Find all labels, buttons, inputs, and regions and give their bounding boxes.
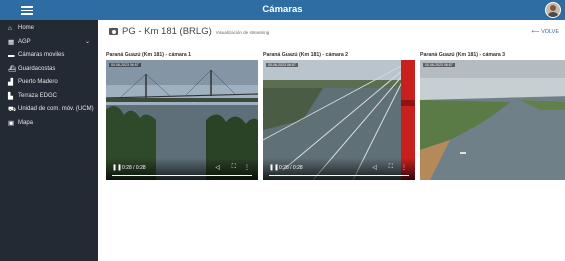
video-player[interactable]: 00-06-2023 06:57 ❚❚ 0:28 / 0:28 ◁ ⛶ ⋮ [263, 60, 415, 180]
fullscreen-icon[interactable]: ⛶ [232, 164, 236, 171]
camera-panel-1: Paraná Guazú (Km 181) - cámara 1 00-06-2… [106, 52, 258, 180]
sidebar-item-mapa[interactable]: ▣ Mapa [0, 117, 98, 131]
timestamp-overlay: 00-06-2023 06:57 [423, 63, 455, 67]
map-icon: ▣ [8, 119, 15, 127]
arrow-left-icon: ⟵ [531, 29, 540, 35]
volume-icon[interactable]: ◁ [372, 164, 377, 171]
progress-bar[interactable] [269, 174, 409, 176]
back-button[interactable]: ⟵ VOLVE [532, 29, 559, 35]
video-player[interactable]: 00-06-2023 06:57 ❚❚ 0:28 / 0:28 ◁ ⛶ ⋮ [106, 60, 258, 180]
sidebar-item-guardacostas[interactable]: ⛴ Guardacostas [0, 63, 98, 77]
video-frame-aerial [420, 60, 565, 180]
progress-fill [269, 174, 409, 176]
terrace-icon: ▙ [8, 92, 13, 100]
video-controls: ❚❚ 0:28 / 0:28 ◁ ⛶ ⋮ [106, 158, 258, 180]
timestamp-overlay: 00-06-2023 06:57 [109, 63, 141, 67]
progress-fill [112, 174, 252, 176]
sidebar: ⌂ Home ▦ AGP ⌄ ▬ Cámaras moviles ⛴ Guard… [0, 20, 98, 261]
timestamp-overlay: 00-06-2023 06:57 [266, 63, 298, 67]
top-bar: Cámaras [0, 0, 565, 20]
video-time: 0:28 / 0:28 [122, 165, 146, 171]
pause-icon[interactable]: ❚❚ [112, 164, 122, 171]
chevron-down-icon[interactable]: ⌄ [85, 39, 90, 47]
video-controls: ❚❚ 0:28 / 0:28 ◁ ⛶ ⋮ [263, 158, 415, 180]
sidebar-item-label: Guardacostas [18, 65, 56, 72]
camera-icon [109, 28, 118, 35]
sidebar-item-label: Home [18, 25, 35, 31]
ship-icon: ⛴ [8, 65, 17, 73]
page-header: PG - Km 181 (BRLG) Visualización de stre… [109, 26, 269, 37]
camera-panel-2: Paraná Guazú (Km 181) - cámara 2 00-06-2… [263, 52, 415, 180]
home-icon: ⌂ [8, 25, 12, 32]
page-title: PG - Km 181 (BRLG) [122, 26, 212, 37]
sidebar-item-label: Cámaras moviles [18, 52, 65, 58]
camera-caption: Paraná Guazú (Km 181) - cámara 1 [106, 52, 192, 58]
sidebar-item-label: Terraza EDGC [18, 92, 58, 99]
more-options-icon[interactable]: ⋮ [244, 164, 250, 171]
video-time: 0:28 / 0:28 [279, 165, 303, 171]
camera-panel-3: Paraná Guazú (Km 181) - cámara 3 00-06-2… [420, 52, 565, 180]
more-options-icon[interactable]: ⋮ [401, 164, 407, 171]
user-avatar[interactable] [545, 2, 561, 18]
pause-icon[interactable]: ❚❚ [269, 164, 279, 171]
video-camera-icon: ▬ [8, 52, 15, 59]
fullscreen-icon[interactable]: ⛶ [389, 164, 393, 171]
video-player[interactable]: 00-06-2023 06:57 [420, 60, 565, 180]
progress-bar[interactable] [112, 174, 252, 176]
camera-caption: Paraná Guazú (Km 181) - cámara 3 [420, 52, 506, 58]
sidebar-item-label: Unidad de com. móv. (UCM) [18, 106, 94, 112]
building-icon: ▟ [8, 79, 13, 86]
page-subtitle: Visualización de streaming [215, 30, 270, 35]
grid-icon: ▦ [8, 38, 15, 46]
sidebar-item-label: Puerto Madero [18, 79, 58, 85]
main-content: PG - Km 181 (BRLG) Visualización de stre… [98, 20, 565, 261]
truck-icon: ⛟ [8, 106, 17, 113]
camera-caption: Paraná Guazú (Km 181) - cámara 2 [263, 52, 349, 58]
sidebar-item-camaras-moviles[interactable]: ▬ Cámaras moviles [0, 49, 98, 63]
app-title: Cámaras [262, 4, 303, 15]
sidebar-item-label: Mapa [18, 119, 34, 126]
sidebar-item-label: AGP [18, 38, 31, 45]
sidebar-item-ucm[interactable]: ⛟ Unidad de com. móv. (UCM) [0, 103, 98, 117]
volume-icon[interactable]: ◁ [215, 164, 220, 171]
sidebar-item-puerto-madero[interactable]: ▟ Puerto Madero [0, 76, 98, 90]
sidebar-item-agp[interactable]: ▦ AGP ⌄ [0, 36, 98, 50]
hamburger-menu-icon[interactable] [20, 4, 34, 16]
sidebar-item-terraza-edgc[interactable]: ▙ Terraza EDGC [0, 90, 98, 104]
sidebar-item-home[interactable]: ⌂ Home [0, 20, 98, 36]
